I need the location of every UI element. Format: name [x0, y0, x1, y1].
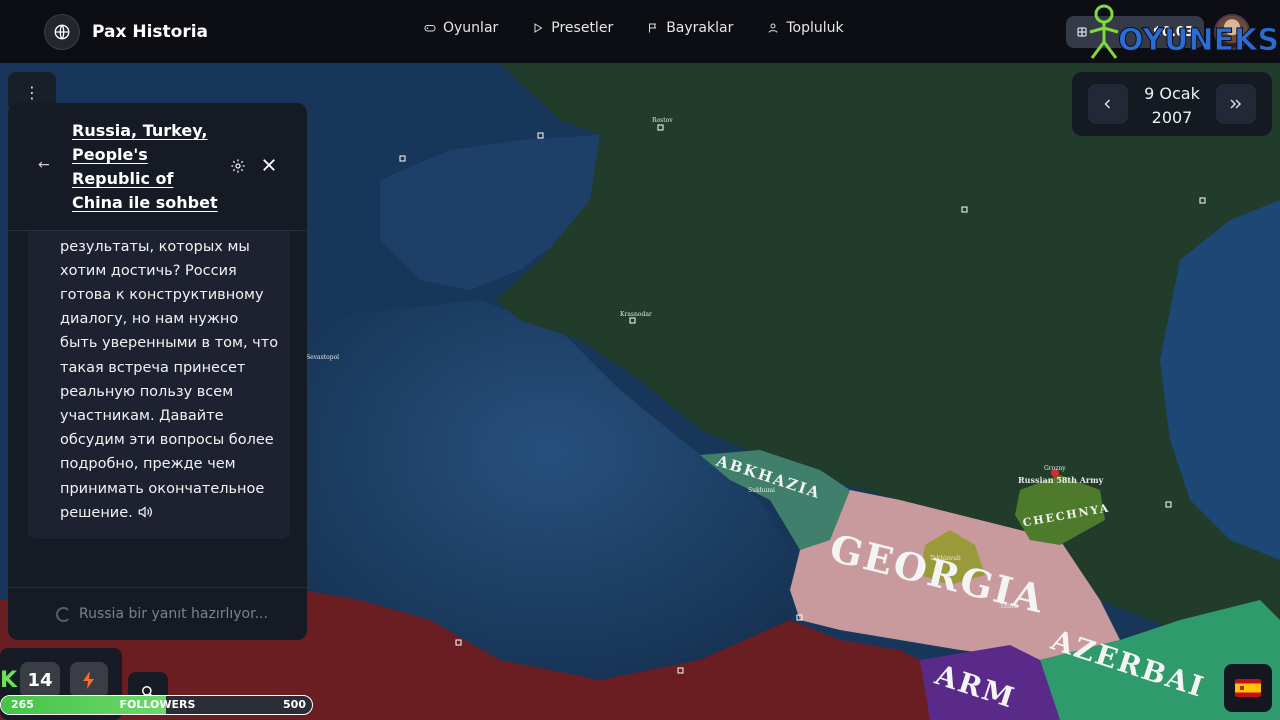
flag-icon	[649, 23, 657, 33]
spinner-icon	[56, 606, 71, 622]
chat-title[interactable]: Russia, Turkey, People's Republic of Chi…	[72, 119, 222, 215]
nav-flags-label: Bayraklar	[666, 20, 734, 36]
brand[interactable]: Pax Historia	[44, 14, 208, 50]
hud-counter[interactable]: 14	[20, 662, 60, 698]
chat-message: защищены? И, наконец, каковы будут конкр…	[28, 203, 290, 539]
label-army: Russian 58th Army	[1018, 475, 1104, 485]
more-vertical-icon: ⋮	[24, 82, 40, 102]
chat-header: ← Russia, Turkey, People's Republic of C…	[8, 103, 307, 231]
nav-games[interactable]: Oyunlar	[424, 20, 498, 36]
chat-message-body: защищены? И, наконец, каковы будут конкр…	[60, 203, 280, 525]
date-day-month: 9 Ocak	[1144, 84, 1200, 103]
close-icon[interactable]	[260, 156, 278, 174]
previous-date-button[interactable]	[1088, 84, 1128, 124]
date-widget: 9 Ocak 2007	[1072, 72, 1272, 136]
chevron-left-icon	[1104, 99, 1111, 109]
label-krasnodar: Krasnodar	[620, 311, 652, 318]
nav-flags[interactable]: Bayraklar	[647, 20, 733, 36]
brand-name: Pax Historia	[92, 22, 209, 42]
speaker-icon[interactable]	[137, 505, 153, 519]
top-nav-bar: Pax Historia Oyunlar Presetler Bayraklar…	[0, 0, 1280, 63]
followers-max: 500	[283, 698, 306, 711]
label-tbilisi: Tbilisi	[1000, 603, 1019, 610]
lightning-button[interactable]	[70, 662, 108, 698]
label-rostov: Rostov	[652, 117, 673, 124]
typing-status: Russia bir yanıt hazırlıyor...	[56, 606, 268, 622]
spain-flag-icon	[1235, 679, 1261, 697]
watermark-text: OYUNEKS	[1118, 23, 1279, 58]
nav-community-label: Topluluk	[786, 20, 844, 36]
back-arrow-icon[interactable]: ←	[38, 157, 50, 173]
chat-footer: Russia bir yanıt hazırlıyor...	[8, 587, 307, 640]
globe-logo-icon	[44, 14, 80, 50]
watermark-logo: OYUNEKS	[1089, 4, 1279, 59]
nav-presets[interactable]: Presetler	[532, 20, 613, 36]
nav-games-label: Oyunlar	[443, 20, 499, 36]
gear-icon[interactable]	[230, 158, 246, 174]
gamepad-icon	[424, 25, 436, 32]
language-button[interactable]	[1224, 664, 1272, 712]
current-date: 9 Ocak 2007	[1132, 82, 1212, 130]
nav-community[interactable]: Topluluk	[767, 20, 844, 36]
date-year: 2007	[1151, 108, 1193, 127]
label-grozny: Grozny	[1044, 465, 1066, 472]
chat-message-text: защищены? И, наконец, каковы будут конкр…	[60, 203, 279, 521]
play-icon	[534, 23, 543, 33]
double-chevron-right-icon	[1230, 99, 1242, 109]
advance-date-button[interactable]	[1216, 84, 1256, 124]
followers-progress-bar: 265 FOLLOWERS 500	[0, 695, 313, 715]
label-tskhinvali: Tskhinvali	[930, 555, 961, 562]
chat-panel: ← Russia, Turkey, People's Republic of C…	[8, 103, 307, 640]
label-sevastopol: Sevastopol	[306, 354, 339, 361]
main-nav: Oyunlar Presetler Bayraklar Topluluk	[424, 20, 844, 36]
label-sukhumi: Sukhumi	[748, 487, 775, 494]
user-icon	[768, 23, 778, 33]
typing-status-text: Russia bir yanıt hazırlıyor...	[79, 606, 268, 622]
hud-k-label: K	[0, 668, 18, 693]
nav-presets-label: Presetler	[551, 20, 614, 36]
followers-label: FOLLOWERS	[119, 698, 196, 711]
lightning-icon	[83, 671, 94, 689]
